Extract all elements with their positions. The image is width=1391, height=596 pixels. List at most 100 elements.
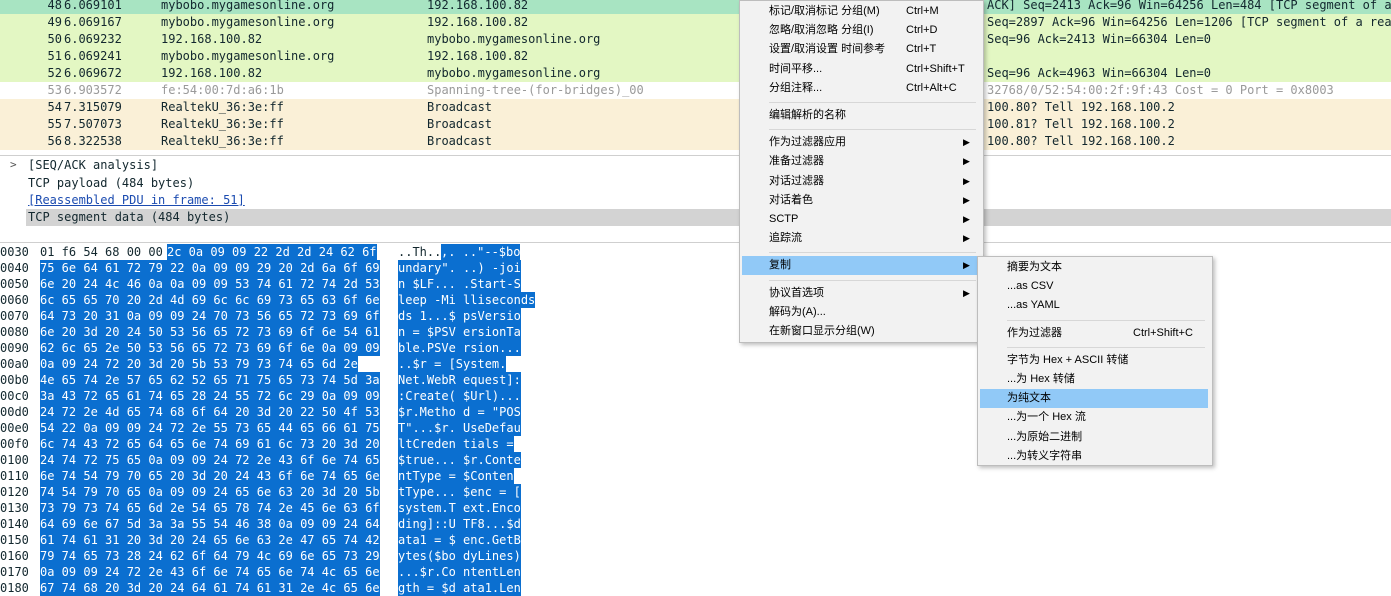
- hex-bytes-selected[interactable]: 0a 09 09 24 72 2e 43 6f 6e 74 65 6e 74 4…: [40, 564, 380, 580]
- packet-row[interactable]: 48 6.069101 mybobo.mygamesonline.org 192.16…: [0, 0, 1391, 14]
- menu-item-context_menu-13[interactable]: 追踪流 ▶: [742, 229, 979, 248]
- hex-bytes-selected[interactable]: 6e 20 24 4c 46 0a 0a 09 09 53 74 61 72 7…: [40, 276, 380, 292]
- packet-row[interactable]: 50 6.069232 192.168.100.82 mybobo.mygameson…: [0, 31, 1391, 48]
- menu-item-context_menu-0[interactable]: 标记/取消标记 分组(M) Ctrl+M: [742, 2, 979, 21]
- hex-bytes-selected[interactable]: 6c 74 43 72 65 64 65 6e 74 69 61 6c 73 2…: [40, 436, 380, 452]
- menu-item-context_menu-8[interactable]: 作为过滤器应用 ▶: [742, 133, 979, 152]
- hex-bytes-selected[interactable]: 54 22 0a 09 09 24 72 2e 55 73 65 44 65 6…: [40, 420, 380, 436]
- menu-item-copy_submenu-11[interactable]: ...为转义字符串: [980, 447, 1208, 466]
- hex-row[interactable]: 0110 6e 74 54 79 70 65 20 3d 20 24 43 6f …: [0, 468, 1391, 484]
- menu-item-copy_submenu-7[interactable]: ...为 Hex 转储: [980, 370, 1208, 389]
- menu-item-context_menu-6[interactable]: 编辑解析的名称: [742, 106, 979, 125]
- ascii-bytes-selected[interactable]: $true... $r.Conte: [398, 452, 521, 468]
- detail-tcp-payload[interactable]: TCP payload (484 bytes): [28, 175, 194, 192]
- hex-bytes-selected[interactable]: 2c 0a 09 09 22 2d 2d 24 62 6f: [167, 244, 377, 260]
- menu-item-copy_submenu-2[interactable]: ...as YAML: [980, 296, 1208, 315]
- menu-item-copy_submenu-10[interactable]: ...为原始二进制: [980, 428, 1208, 447]
- ascii-bytes-selected[interactable]: ble.PSVe rsion...: [398, 340, 521, 356]
- ascii-bytes-selected[interactable]: gth = $d ata1.Len: [398, 580, 521, 596]
- packet-destination: Broadcast: [427, 100, 493, 114]
- menu-item-copy_submenu-0[interactable]: 摘要为文本: [980, 258, 1208, 277]
- hex-row[interactable]: 0160 79 74 65 73 28 24 62 6f 64 79 4c 69 …: [0, 548, 1391, 564]
- menu-item-context_menu-15[interactable]: 复制 ▶: [742, 256, 979, 276]
- packet-context-menu[interactable]: 标记/取消标记 分组(M) Ctrl+M 忽略/取消忽略 分组(I) Ctrl+D 设置…: [739, 0, 984, 343]
- hex-bytes-selected[interactable]: 3a 43 72 65 61 74 65 28 24 55 72 6c 29 0…: [40, 388, 380, 404]
- hex-bytes-selected[interactable]: 75 6e 64 61 72 79 22 0a 09 09 29 20 2d 6…: [40, 260, 380, 276]
- hex-bytes-selected[interactable]: 67 74 68 20 3d 20 24 64 61 74 61 31 2e 4…: [40, 580, 380, 596]
- packet-row[interactable]: 54 7.315079 RealtekU_36:3e:ff Broadcast 100.…: [0, 99, 1391, 116]
- hex-bytes-selected[interactable]: 0a 09 24 72 20 3d 20 5b 53 79 73 74 65 6…: [40, 356, 358, 372]
- hex-bytes-selected[interactable]: 6e 74 54 79 70 65 20 3d 20 24 43 6f 6e 7…: [40, 468, 380, 484]
- ascii-bytes-selected[interactable]: n = $PSV ersionTa: [398, 324, 521, 340]
- menu-item-copy_submenu-6[interactable]: 字节为 Hex + ASCII 转储: [980, 351, 1208, 370]
- ascii-bytes-selected[interactable]: ltCreden tials =: [398, 436, 514, 452]
- ascii-bytes-selected[interactable]: $r.Metho d = "POS: [398, 404, 521, 420]
- hex-bytes-selected[interactable]: 6e 20 3d 20 24 50 53 56 65 72 73 69 6f 6…: [40, 324, 380, 340]
- hex-row[interactable]: 0130 73 79 73 74 65 6d 2e 54 65 78 74 2e …: [0, 500, 1391, 516]
- menu-item-context_menu-4[interactable]: 分组注释... Ctrl+Alt+C: [742, 79, 979, 98]
- menu-item-context_menu-10[interactable]: 对话过滤器 ▶: [742, 172, 979, 191]
- ascii-bytes-selected[interactable]: leep -Mi lliseconds: [398, 292, 536, 308]
- packet-row[interactable]: 55 7.507073 RealtekU_36:3e:ff Broadcast 100.…: [0, 116, 1391, 133]
- ascii-bytes-selected[interactable]: ding]::U TF8...$d: [398, 516, 521, 532]
- ascii-bytes-selected[interactable]: ...$r.Co ntentLen: [398, 564, 521, 580]
- hex-row[interactable]: 0170 0a 09 09 24 72 2e 43 6f 6e 74 65 6e …: [0, 564, 1391, 580]
- hex-bytes-selected[interactable]: 79 74 65 73 28 24 62 6f 64 79 4c 69 6e 6…: [40, 548, 380, 564]
- menu-item-context_menu-1[interactable]: 忽略/取消忽略 分组(I) Ctrl+D: [742, 21, 979, 40]
- packet-row[interactable]: 56 8.322538 RealtekU_36:3e:ff Broadcast 100.…: [0, 133, 1391, 150]
- ascii-bytes[interactable]: ..Th..: [398, 244, 441, 260]
- menu-item-copy_submenu-1[interactable]: ...as CSV: [980, 277, 1208, 296]
- ascii-bytes-selected[interactable]: ntType = $Conten: [398, 468, 514, 484]
- hex-bytes-selected[interactable]: 4e 65 74 2e 57 65 62 52 65 71 75 65 73 7…: [40, 372, 380, 388]
- detail-tcp-segment-data[interactable]: TCP segment data (484 bytes): [28, 209, 230, 226]
- packet-detail-pane[interactable]: > [SEQ/ACK analysis] TCP payload (484 by…: [0, 155, 1391, 241]
- copy-submenu[interactable]: 摘要为文本 ...as CSV ...as YAML 作为过滤器 Ctrl+Shift+…: [977, 256, 1213, 466]
- ascii-bytes-selected[interactable]: ..$r = [System.: [398, 356, 507, 372]
- menu-item-context_menu-18[interactable]: 解码为(A)...: [742, 303, 979, 322]
- ascii-bytes-selected[interactable]: n $LF... .Start-S: [398, 276, 521, 292]
- hex-bytes-selected[interactable]: 24 74 72 75 65 0a 09 09 24 72 2e 43 6f 6…: [40, 452, 380, 468]
- hex-bytes[interactable]: 01 f6 54 68 00 00: [40, 244, 163, 260]
- expand-arrow-icon[interactable]: >: [10, 158, 17, 171]
- hex-bytes-selected[interactable]: 61 74 61 31 20 3d 20 24 65 6e 63 2e 47 6…: [40, 532, 380, 548]
- hex-row[interactable]: 0140 64 69 6e 67 5d 3a 3a 55 54 46 38 0a …: [0, 516, 1391, 532]
- packet-row[interactable]: 49 6.069167 mybobo.mygamesonline.org 192.16…: [0, 14, 1391, 31]
- menu-item-context_menu-9[interactable]: 准备过滤器 ▶: [742, 152, 979, 171]
- hex-bytes-selected[interactable]: 24 72 2e 4d 65 74 68 6f 64 20 3d 20 22 5…: [40, 404, 380, 420]
- ascii-bytes-selected[interactable]: ,. .."--$bo: [441, 244, 521, 260]
- menu-item-copy_submenu-8[interactable]: 为纯文本: [980, 389, 1208, 409]
- hex-bytes-selected[interactable]: 6c 65 65 70 20 2d 4d 69 6c 6c 69 73 65 6…: [40, 292, 380, 308]
- hex-bytes-selected[interactable]: 64 73 20 31 0a 09 09 24 70 73 56 65 72 7…: [40, 308, 380, 324]
- detail-reassembled-pdu-link[interactable]: [Reassembled PDU in frame: 51]: [28, 192, 245, 209]
- ascii-bytes-selected[interactable]: Net.WebR equest]:: [398, 372, 521, 388]
- ascii-bytes-selected[interactable]: system.T ext.Enco: [398, 500, 521, 516]
- ascii-bytes-selected[interactable]: ata1 = $ enc.GetB: [398, 532, 521, 548]
- packet-row[interactable]: 52 6.069672 192.168.100.82 mybobo.mygameson…: [0, 65, 1391, 82]
- packet-row[interactable]: 53 6.903572 fe:54:00:7d:a6:1b Spanning-tree…: [0, 82, 1391, 99]
- hex-bytes-selected[interactable]: 73 79 73 74 65 6d 2e 54 65 78 74 2e 45 6…: [40, 500, 380, 516]
- ascii-bytes-selected[interactable]: tType... $enc = [: [398, 484, 521, 500]
- submenu-arrow-icon: ▶: [963, 287, 970, 298]
- hex-row[interactable]: 0150 61 74 61 31 20 3d 20 24 65 6e 63 2e …: [0, 532, 1391, 548]
- menu-item-context_menu-11[interactable]: 对话着色 ▶: [742, 191, 979, 210]
- menu-item-context_menu-12[interactable]: SCTP ▶: [742, 210, 979, 229]
- menu-item-context_menu-17[interactable]: 协议首选项 ▶: [742, 284, 979, 303]
- ascii-bytes-selected[interactable]: :Create( $Url)...: [398, 388, 521, 404]
- hex-bytes-selected[interactable]: 64 69 6e 67 5d 3a 3a 55 54 46 38 0a 09 0…: [40, 516, 380, 532]
- ascii-bytes-selected[interactable]: undary". ..) -joi: [398, 260, 521, 276]
- hex-bytes-selected[interactable]: 62 6c 65 2e 50 53 56 65 72 73 69 6f 6e 0…: [40, 340, 380, 356]
- ascii-bytes-selected[interactable]: ds 1...$ psVersio: [398, 308, 521, 324]
- menu-item-context_menu-19[interactable]: 在新窗口显示分组(W): [742, 322, 979, 341]
- menu-item-copy_submenu-9[interactable]: ...为一个 Hex 流: [980, 408, 1208, 427]
- ascii-bytes-selected[interactable]: ytes($bo dyLines): [398, 548, 521, 564]
- hex-bytes-selected[interactable]: 74 54 79 70 65 0a 09 09 24 65 6e 63 20 3…: [40, 484, 380, 500]
- packet-row[interactable]: 51 6.069241 mybobo.mygamesonline.org 192.16…: [0, 48, 1391, 65]
- hex-row[interactable]: 0120 74 54 79 70 65 0a 09 09 24 65 6e 63 …: [0, 484, 1391, 500]
- menu-item-context_menu-2[interactable]: 设置/取消设置 时间参考 Ctrl+T: [742, 40, 979, 59]
- menu-item-copy_submenu-4[interactable]: 作为过滤器 Ctrl+Shift+C: [980, 324, 1208, 343]
- ascii-bytes-selected[interactable]: T"...$r. UseDefau: [398, 420, 521, 436]
- hex-row[interactable]: 0180 67 74 68 20 3d 20 24 64 61 74 61 31 …: [0, 580, 1391, 596]
- menu-item-context_menu-3[interactable]: 时间平移... Ctrl+Shift+T: [742, 60, 979, 79]
- packet-list[interactable]: 48 6.069101 mybobo.mygamesonline.org 192.16…: [0, 0, 1391, 153]
- detail-seq-ack-analysis[interactable]: [SEQ/ACK analysis]: [28, 157, 158, 174]
